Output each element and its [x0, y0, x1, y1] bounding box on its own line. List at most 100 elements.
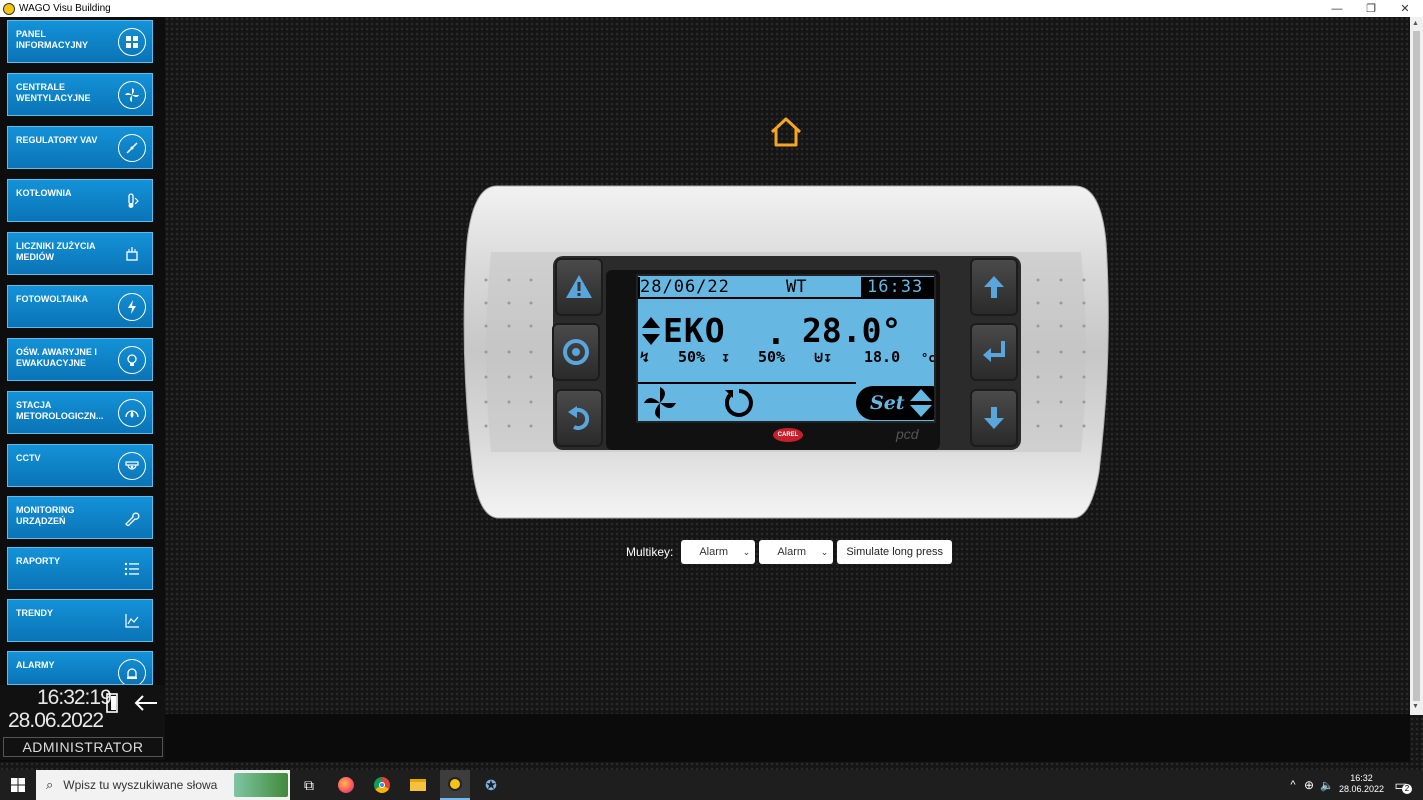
taskbar-search[interactable]: ⌕ Wpisz tu wyszukiwane słowa	[36, 770, 290, 800]
up-button[interactable]	[970, 258, 1018, 316]
multikey-select-2[interactable]: Alarm ⌄	[759, 540, 834, 564]
sidebar-item-label: FOTOWOLTAIKA	[16, 294, 88, 304]
status-panel: 16:32:19 28.06.2022 ADMINISTRATOR	[0, 685, 165, 760]
volume-icon[interactable]: 🔈	[1317, 775, 1337, 795]
wrench-icon	[118, 504, 146, 532]
program-button[interactable]	[552, 323, 600, 381]
sidebar-item-stacja[interactable]: STACJA METOROLOGICZN...	[7, 391, 153, 434]
scroll-down-icon[interactable]: ▼	[1412, 703, 1419, 710]
camera-icon	[118, 452, 146, 480]
app-icon-2[interactable]: ✪	[481, 775, 501, 795]
sidebar-item-oswietlenie[interactable]: OŚW. AWARYJNE I EWAKUACYJNE	[7, 338, 153, 381]
lcd-fan1-arrow-icon: ↧	[721, 348, 731, 366]
close-icon[interactable]: ✕	[1390, 0, 1420, 17]
search-placeholder: Wpisz tu wyszukiwane słowa	[63, 778, 218, 792]
window-titlebar: WAGO Visu Building — ❐ ✕	[0, 0, 1423, 17]
enter-button[interactable]	[970, 323, 1018, 381]
home-icon[interactable]	[769, 116, 803, 148]
windows-start-icon[interactable]	[0, 770, 35, 800]
back-arrow-icon[interactable]	[133, 693, 159, 713]
sidebar-item-label: CCTV	[16, 453, 41, 463]
app-icon	[3, 2, 15, 15]
multikey-controls: Multikey: Alarm ⌄ Alarm ⌄ Simulate long …	[626, 540, 952, 564]
sidebar-item-vav[interactable]: REGULATORY VAV	[7, 126, 153, 169]
warning-icon	[566, 275, 592, 298]
down-button[interactable]	[970, 389, 1018, 447]
lcd-set-arrows-icon	[910, 389, 932, 417]
alarm-button[interactable]	[555, 258, 603, 316]
lcd-mode: EKO	[663, 311, 726, 350]
lcd-time: 16:33	[867, 277, 924, 297]
lcd-fan1: 50%	[678, 348, 706, 366]
thermometer-icon	[118, 187, 146, 215]
user-name: ADMINISTRATOR	[3, 737, 163, 757]
damper-icon	[118, 134, 146, 162]
lcd-refresh-icon	[724, 389, 753, 417]
sidebar-item-centrale[interactable]: CENTRALE WENTYLACYJNE	[7, 73, 153, 116]
sidebar-item-label: TRENDY	[16, 608, 54, 618]
lcd-fan2: 50%	[758, 348, 786, 366]
escape-button[interactable]	[555, 389, 603, 447]
circle-target-icon	[563, 339, 589, 365]
arrow-up-icon	[984, 276, 1004, 298]
notifications-icon[interactable]: ▭ 2	[1391, 775, 1412, 795]
network-icon[interactable]: ⊕	[1299, 775, 1319, 795]
sidebar-item-raporty[interactable]: RAPORTY	[7, 547, 153, 590]
chevron-down-icon: ⌄	[820, 546, 829, 557]
notification-count: 2	[1402, 784, 1412, 794]
lcd-power-icon: ↯	[640, 348, 650, 366]
bottom-strip	[0, 714, 1410, 762]
multikey-label: Multikey:	[626, 545, 674, 559]
lcd-day: WT	[786, 277, 807, 297]
weather-widget-icon	[234, 773, 288, 797]
scrollbar-thumb[interactable]	[1413, 31, 1420, 701]
simulate-long-press-button[interactable]: Simulate long press	[837, 540, 952, 564]
sidebar-item-label: KOTŁOWNIA	[16, 188, 72, 198]
page-scrollbar[interactable]: ▲ ▼	[1410, 17, 1423, 715]
pcd-logo: pcd	[896, 426, 919, 442]
chrome-icon[interactable]	[372, 775, 392, 795]
sidebar-item-trendy[interactable]: TRENDY	[7, 599, 153, 642]
sidebar-item-alarmy[interactable]: ALARMY	[7, 651, 153, 685]
logout-icon[interactable]	[105, 693, 121, 713]
file-explorer-icon[interactable]	[408, 775, 428, 795]
sidebar-item-label: RAPORTY	[16, 556, 61, 566]
clock-date: 28.06.2022	[8, 709, 104, 732]
sidebar-item-label: PANEL INFORMACYJNY	[16, 29, 89, 50]
sidebar-item-label: OŚW. AWARYJNE I EWAKUACYJNE	[16, 347, 97, 368]
lcd-thermo-icon: ⊎↧	[814, 348, 833, 366]
tray-date: 28.06.2022	[1339, 784, 1385, 794]
tray-clock[interactable]: 16:32 28.06.2022	[1339, 773, 1384, 795]
firefox-icon[interactable]	[336, 775, 356, 795]
scroll-up-icon[interactable]: ▲	[1412, 20, 1419, 27]
arrow-down-icon	[984, 407, 1004, 429]
chevron-down-icon: ⌄	[742, 546, 751, 557]
lcd-set-label: Set	[870, 392, 905, 414]
minimize-icon[interactable]: —	[1322, 0, 1352, 17]
sidebar-item-label: CENTRALE WENTYLACYJNE	[16, 82, 91, 103]
tray-time: 16:32	[1350, 773, 1373, 783]
dashboard-icon	[118, 28, 146, 56]
undo-arrow-icon	[568, 406, 590, 430]
sidebar-item-kotlownia[interactable]: KOTŁOWNIA	[7, 179, 153, 222]
clock-time: 16:32:19	[37, 686, 112, 709]
sidebar-item-cctv[interactable]: CCTV	[7, 444, 153, 487]
sidebar-item-liczniki[interactable]: LICZNIKI ZUŻYCIA MEDIÓW	[7, 232, 153, 275]
sidebar-item-fotowoltaika[interactable]: FOTOWOLTAIKA	[7, 285, 153, 328]
meter-icon	[118, 240, 146, 268]
lightning-icon	[118, 293, 146, 321]
sidebar-item-panel-informacyjny[interactable]: PANEL INFORMACYJNY	[7, 20, 153, 63]
restore-icon[interactable]: ❐	[1356, 0, 1386, 17]
trend-icon	[118, 607, 146, 635]
enter-icon	[983, 341, 1005, 362]
multikey-select-1[interactable]: Alarm ⌄	[681, 540, 756, 564]
wago-app-icon[interactable]	[440, 770, 470, 800]
carel-logo: CAREL	[773, 428, 803, 442]
task-view-icon[interactable]: ⧉	[299, 775, 319, 795]
up-down-arrows-icon	[642, 317, 660, 345]
lcd-setpoint: 18.0	[864, 348, 901, 366]
sidebar-item-monitoring[interactable]: MONITORING URZĄDZEŃ	[7, 496, 153, 539]
sidebar: PANEL INFORMACYJNY CENTRALE WENTYLACYJNE…	[0, 17, 165, 685]
lcd-temperature: 28.0°	[802, 311, 902, 350]
fan-icon	[118, 81, 146, 109]
